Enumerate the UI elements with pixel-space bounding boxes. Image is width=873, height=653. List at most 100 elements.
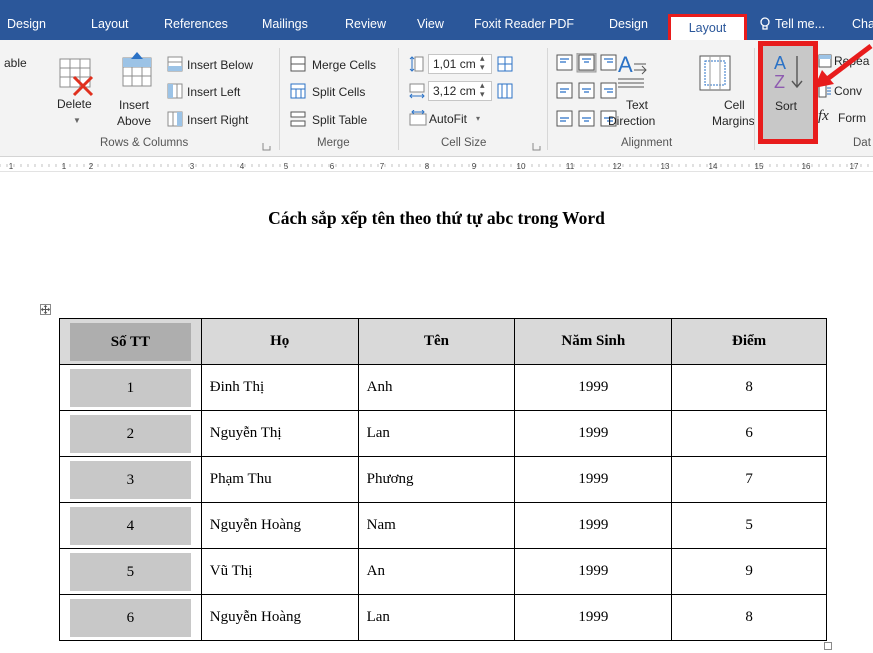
cell-nam-sinh[interactable]: 1999 — [514, 548, 673, 595]
cell-stt[interactable]: 2 — [59, 410, 202, 457]
column-width-spinner-icon[interactable]: ▴ ▾ — [480, 81, 485, 99]
table-row: 2 Nguyễn Thị Lan 1999 6 — [59, 410, 827, 457]
sort-icon-letter-a: A — [774, 53, 786, 73]
column-width-input[interactable]: 3,12 cm ▴ ▾ — [428, 81, 492, 101]
cell-nam-sinh[interactable]: 1999 — [514, 594, 673, 641]
sort-button[interactable]: A Z Sort — [758, 41, 818, 144]
sort-az-icon: A Z — [774, 53, 803, 92]
group-separator — [754, 48, 755, 150]
cell-nam-sinh[interactable]: 1999 — [514, 502, 673, 549]
ruler-number: 14 — [709, 162, 718, 171]
insert-below-button[interactable]: Insert Below — [167, 56, 277, 74]
cell-ten[interactable]: Lan — [357, 594, 516, 641]
horizontal-ruler[interactable]: 1 1 2 3 4 5 6 7 8 9 10 11 12 13 14 15 16 17 — [0, 158, 873, 172]
insert-above-button[interactable]: Insert Above — [113, 52, 161, 134]
autofit-button[interactable]: AutoFit ▾ — [409, 109, 489, 128]
insert-right-label: Insert Right — [187, 113, 249, 127]
ribbon-tab-bar: Design Layout References Mailings Review… — [0, 0, 873, 43]
split-table-label: Split Table — [312, 113, 368, 127]
cell-nam-sinh[interactable]: 1999 — [514, 456, 673, 503]
table-row: 4 Nguyễn Hoàng Nam 1999 5 — [59, 502, 827, 549]
header-cell-diem[interactable]: Điểm — [671, 318, 827, 365]
cell-ten[interactable]: Lan — [357, 410, 516, 457]
cell-diem[interactable]: 9 — [671, 548, 827, 595]
table-header-row: Số TT Họ Tên Năm Sinh Điểm — [59, 318, 827, 365]
ruler-ticks: 1 1 2 3 4 5 6 7 8 9 10 11 12 13 14 15 16 17 — [0, 162, 869, 171]
table-row: 1 Đinh Thị Anh 1999 8 — [59, 364, 827, 411]
formula-button[interactable]: fx Form — [818, 109, 873, 128]
tab-cha-partial[interactable]: Cha — [852, 13, 873, 35]
tab-review[interactable]: Review — [345, 13, 386, 35]
cell-stt[interactable]: 1 — [59, 364, 202, 411]
ruler-number: 17 — [850, 162, 859, 171]
row-height-input[interactable]: 1,01 cm ▴ ▾ — [428, 54, 492, 74]
tell-me-search[interactable]: Tell me... — [775, 13, 825, 35]
insert-below-icon — [167, 56, 183, 72]
delete-button[interactable]: Delete ▼ — [56, 55, 100, 135]
tab-references[interactable]: References — [164, 13, 228, 35]
cell-stt[interactable]: 4 — [59, 502, 202, 549]
insert-left-icon — [167, 83, 183, 99]
cell-diem[interactable]: 7 — [671, 456, 827, 503]
text-direction-label-1: Text — [626, 98, 649, 112]
cell-nam-sinh[interactable]: 1999 — [514, 364, 673, 411]
cell-ten[interactable]: Nam — [357, 502, 516, 549]
tab-layout-1[interactable]: Layout — [91, 13, 129, 35]
text-direction-icon: A — [618, 52, 647, 88]
cell-ho[interactable]: Nguyễn Hoàng — [200, 502, 359, 549]
distribute-columns-icon[interactable] — [497, 83, 513, 102]
ribbon: able Delete ▼ Insert Above Insert Below … — [0, 40, 873, 157]
tab-design-1[interactable]: Design — [7, 13, 46, 35]
cell-diem[interactable]: 6 — [671, 410, 827, 457]
cell-diem[interactable]: 8 — [671, 364, 827, 411]
row-height-spinner-icon[interactable]: ▴ ▾ — [480, 54, 485, 72]
group-rows-columns-label: Rows & Columns — [100, 137, 189, 149]
cell-stt-value: 4 — [70, 506, 191, 545]
student-table[interactable]: Số TT Họ Tên Năm Sinh Điểm 1 Đinh Thị An… — [59, 318, 827, 641]
header-cell-nam-sinh[interactable]: Năm Sinh — [514, 318, 673, 365]
tab-table-design[interactable]: Design — [609, 13, 648, 35]
cell-ho[interactable]: Đinh Thị — [200, 364, 359, 411]
header-cell-ten[interactable]: Tên — [357, 318, 516, 365]
split-table-button[interactable]: Split Table — [290, 111, 395, 129]
merge-cells-button[interactable]: Merge Cells — [290, 56, 395, 74]
cell-diem[interactable]: 8 — [671, 594, 827, 641]
insert-above-label-2: Above — [117, 114, 152, 128]
cell-ten[interactable]: Phương — [357, 456, 516, 503]
cell-margins-button[interactable]: Cell Margins — [660, 52, 755, 132]
text-direction-button[interactable]: A Text Direction — [601, 52, 661, 132]
tab-foxit-reader-pdf[interactable]: Foxit Reader PDF — [474, 13, 574, 35]
insert-right-button[interactable]: Insert Right — [167, 111, 277, 129]
ruler-number: 12 — [613, 162, 622, 171]
header-cell-ho[interactable]: Họ — [200, 318, 359, 365]
cell-ten[interactable]: Anh — [357, 364, 516, 411]
table-move-handle-icon[interactable] — [40, 304, 51, 315]
distribute-rows-icon[interactable] — [497, 56, 513, 75]
cell-stt[interactable]: 3 — [59, 456, 202, 503]
rows-columns-launcher-icon[interactable] — [262, 140, 271, 151]
sort-icon-letter-z: Z — [774, 72, 785, 92]
table-row: 5 Vũ Thị An 1999 9 — [59, 548, 827, 595]
cell-ho[interactable]: Nguyễn Thị — [200, 410, 359, 457]
cell-stt[interactable]: 6 — [59, 594, 202, 641]
ruler-number: 13 — [661, 162, 670, 171]
cell-nam-sinh[interactable]: 1999 — [514, 410, 673, 457]
tab-view[interactable]: View — [417, 13, 444, 35]
tab-table-layout-active[interactable]: Layout — [668, 14, 747, 43]
cell-ho[interactable]: Phạm Thu — [200, 456, 359, 503]
cell-stt[interactable]: 5 — [59, 548, 202, 595]
ruler-number: 3 — [190, 162, 195, 171]
header-cell-stt[interactable]: Số TT — [59, 318, 202, 365]
cell-diem[interactable]: 5 — [671, 502, 827, 549]
insert-left-button[interactable]: Insert Left — [167, 83, 277, 101]
delete-dropdown-icon: ▼ — [73, 116, 81, 125]
insert-above-icon — [122, 52, 152, 87]
cell-ho[interactable]: Vũ Thị — [200, 548, 359, 595]
tab-mailings[interactable]: Mailings — [262, 13, 308, 35]
cell-ten[interactable]: An — [357, 548, 516, 595]
delete-table-icon — [59, 58, 94, 97]
table-resize-handle-icon[interactable] — [824, 642, 832, 650]
cell-ho[interactable]: Nguyễn Hoàng — [200, 594, 359, 641]
split-cells-button[interactable]: Split Cells — [290, 83, 395, 101]
cell-size-launcher-icon[interactable] — [532, 140, 541, 151]
